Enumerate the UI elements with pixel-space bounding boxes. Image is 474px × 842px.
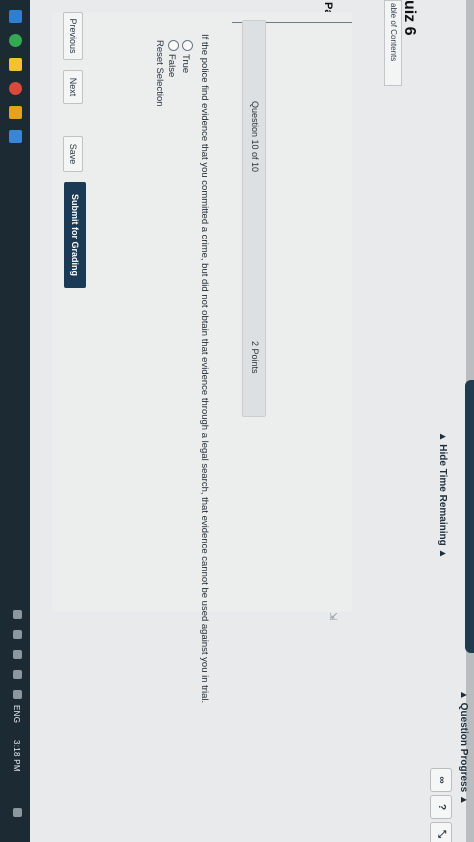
choice-true[interactable]: True: [180, 40, 193, 74]
save-button[interactable]: Save: [63, 136, 83, 172]
clock[interactable]: 3:18 PM: [12, 740, 21, 772]
network-icon[interactable]: [13, 650, 22, 659]
table-of-contents-button[interactable]: able of Contents: [384, 0, 402, 86]
radio-true[interactable]: [182, 40, 193, 51]
next-button[interactable]: Next: [63, 70, 83, 104]
choice-false[interactable]: False: [166, 40, 179, 78]
mail-icon[interactable]: [9, 130, 22, 143]
reset-selection-link[interactable]: Reset Selection: [154, 40, 165, 107]
time-remaining-bar: [465, 380, 474, 653]
store-icon[interactable]: [9, 106, 22, 119]
expand-icon[interactable]: ⤡: [430, 822, 452, 842]
hide-time-remaining-toggle[interactable]: ▲ Hide Time Remaining ▲: [436, 335, 448, 655]
volume-icon[interactable]: [13, 630, 22, 639]
chevron-up-icon[interactable]: [13, 610, 22, 619]
choice-false-label: False: [166, 54, 177, 78]
question-points: 2 Points: [250, 341, 260, 374]
start-icon[interactable]: [9, 10, 22, 23]
link-icon[interactable]: ∞: [430, 768, 452, 792]
browser-icon[interactable]: [9, 34, 22, 47]
folder-icon[interactable]: [9, 58, 22, 71]
app-icon[interactable]: [9, 82, 22, 95]
mouse-cursor-icon: ⇲: [327, 612, 338, 621]
photo-frame: ▲ Hide Time Remaining ▲ ∞ ? ⤡ uiz 6 able…: [0, 0, 474, 842]
question-progress-toggle[interactable]: ▲ Question Progress ▲: [455, 690, 469, 810]
question-text: If the police find evidence that you com…: [199, 34, 210, 704]
wifi-icon[interactable]: [13, 670, 22, 679]
choice-true-label: True: [180, 54, 191, 74]
notification-icon[interactable]: [13, 808, 22, 817]
question-number: Question 10 of 10: [250, 101, 260, 173]
help-icon[interactable]: ?: [430, 795, 452, 819]
quiz-page: ▲ Hide Time Remaining ▲ ∞ ? ⤡ uiz 6 able…: [0, 0, 474, 842]
question-header: Question 10 of 10 2 Points: [242, 20, 266, 417]
previous-button[interactable]: Previous: [63, 12, 83, 60]
quiz-title: uiz 6: [401, 0, 418, 36]
radio-false[interactable]: [168, 40, 179, 51]
battery-icon[interactable]: [13, 690, 22, 699]
submit-for-grading-button[interactable]: Submit for Grading: [64, 182, 86, 288]
language-indicator[interactable]: ENG: [12, 705, 21, 723]
windows-taskbar: ENG 3:18 PM: [0, 0, 30, 842]
